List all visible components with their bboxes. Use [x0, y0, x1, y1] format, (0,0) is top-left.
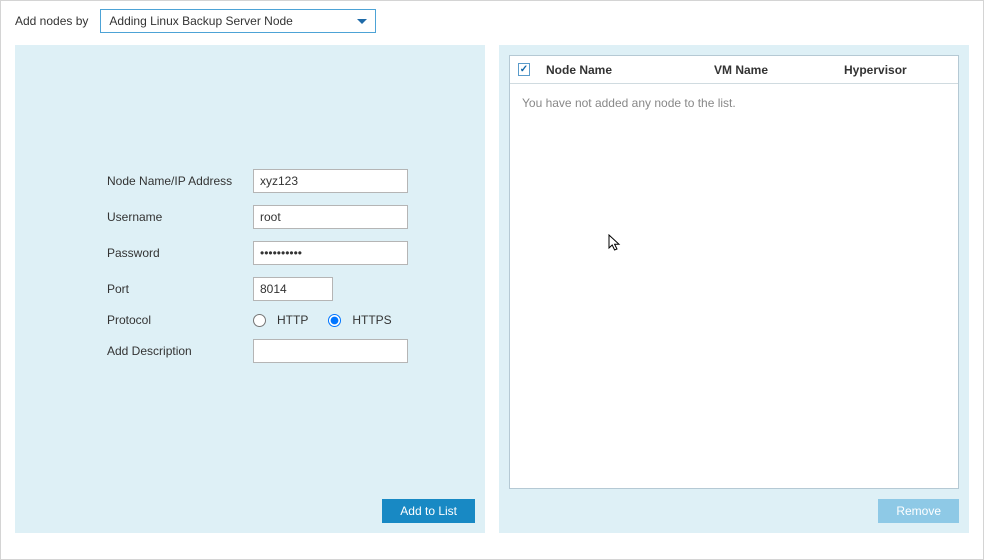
- header-node-name[interactable]: Node Name: [538, 63, 706, 77]
- input-password[interactable]: [253, 241, 408, 265]
- input-port[interactable]: [253, 277, 333, 301]
- label-port: Port: [107, 282, 245, 296]
- top-row: Add nodes by Adding Linux Backup Server …: [1, 1, 983, 45]
- list-panel: ✓ Node Name VM Name Hypervisor You have …: [499, 45, 969, 533]
- label-protocol: Protocol: [107, 313, 245, 327]
- row-desc: Add Description: [107, 339, 408, 363]
- node-type-select-text: Adding Linux Backup Server Node: [109, 14, 292, 28]
- radio-https[interactable]: [328, 314, 341, 327]
- grid-header: ✓ Node Name VM Name Hypervisor: [510, 56, 958, 84]
- label-node-name: Node Name/IP Address: [107, 174, 245, 188]
- row-password: Password: [107, 241, 408, 265]
- radio-https-label: HTTPS: [352, 313, 391, 327]
- form-area: Node Name/IP Address Username Password P…: [107, 169, 408, 363]
- label-password: Password: [107, 246, 245, 260]
- protocol-radio-group: HTTP HTTPS: [253, 313, 404, 327]
- remove-button: Remove: [878, 499, 959, 523]
- node-grid: ✓ Node Name VM Name Hypervisor You have …: [509, 55, 959, 489]
- node-type-select[interactable]: Adding Linux Backup Server Node: [100, 9, 376, 33]
- header-hypervisor[interactable]: Hypervisor: [836, 63, 958, 77]
- form-panel: Node Name/IP Address Username Password P…: [15, 45, 485, 533]
- radio-http[interactable]: [253, 314, 266, 327]
- remove-wrap: Remove: [878, 499, 959, 523]
- input-desc[interactable]: [253, 339, 408, 363]
- row-node-name: Node Name/IP Address: [107, 169, 408, 193]
- radio-http-label: HTTP: [277, 313, 308, 327]
- header-vm-name[interactable]: VM Name: [706, 63, 836, 77]
- add-to-list-button[interactable]: Add to List: [382, 499, 475, 523]
- row-port: Port: [107, 277, 408, 301]
- input-node-name[interactable]: [253, 169, 408, 193]
- chevron-down-icon: [357, 19, 367, 24]
- panels: Node Name/IP Address Username Password P…: [1, 45, 983, 547]
- header-checkbox[interactable]: ✓: [518, 63, 530, 76]
- grid-body: You have not added any node to the list.: [510, 84, 958, 488]
- row-protocol: Protocol HTTP HTTPS: [107, 313, 408, 327]
- input-username[interactable]: [253, 205, 408, 229]
- label-username: Username: [107, 210, 245, 224]
- header-checkbox-col: ✓: [510, 63, 538, 76]
- grid-empty-text: You have not added any node to the list.: [522, 96, 736, 110]
- add-nodes-by-label: Add nodes by: [15, 14, 88, 28]
- add-to-list-wrap: Add to List: [382, 499, 475, 523]
- row-username: Username: [107, 205, 408, 229]
- label-desc: Add Description: [107, 344, 245, 358]
